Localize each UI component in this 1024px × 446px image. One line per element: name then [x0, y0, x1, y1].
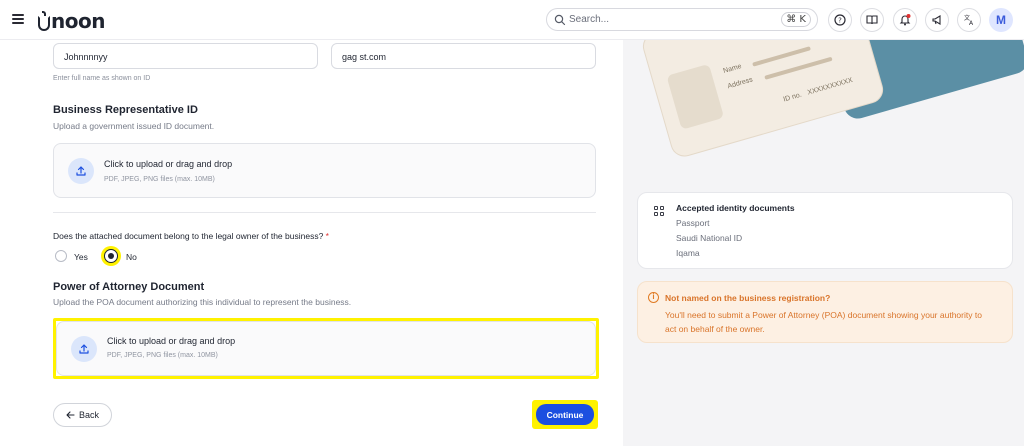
top-header: noon Search... ⌘ K ? 文A M — [0, 0, 1024, 40]
warning-body: You'll need to submit a Power of Attorne… — [665, 310, 982, 334]
search-shortcut: ⌘ K — [781, 12, 811, 27]
divider — [53, 212, 596, 213]
id-card-front: Name Address ID no. XXXXXXXXXX — [639, 40, 887, 160]
accepted-docs-card: Accepted identity documents Passport Sau… — [637, 192, 1013, 269]
book-icon[interactable] — [860, 8, 884, 32]
help-icon[interactable]: ? — [828, 8, 852, 32]
doc-item-passport: Passport — [676, 218, 710, 228]
info-circle-icon: i — [648, 292, 659, 303]
id-card-illustration: Name Address ID no. XXXXXXXXXX — [623, 40, 1024, 160]
warning-title: Not named on the business registration? — [665, 293, 831, 303]
full-name-hint: Enter full name as shown on ID — [53, 75, 151, 82]
svg-text:?: ? — [838, 17, 842, 25]
doc-item-iqama: Iqama — [676, 248, 700, 258]
megaphone-icon[interactable] — [925, 8, 949, 32]
owner-question: Does the attached document belong to the… — [53, 231, 329, 241]
rep-id-upload-dropzone[interactable]: Click to upload or drag and drop PDF, JP… — [53, 143, 596, 198]
notification-bell-icon[interactable] — [893, 8, 917, 32]
owner-question-text: Does the attached document belong to the… — [53, 231, 324, 241]
id-number-value: XXXXXXXXXX — [806, 76, 854, 97]
search-bar[interactable]: Search... ⌘ K — [546, 8, 818, 31]
radio-no-label[interactable]: No — [126, 252, 137, 262]
search-placeholder: Search... — [569, 14, 610, 25]
poa-subtitle: Upload the POA document authorizing this… — [53, 297, 352, 307]
id-address-label: Address — [726, 76, 754, 91]
upload-icon — [71, 336, 97, 362]
upload-main-text: Click to upload or drag and drop — [107, 336, 236, 346]
poa-title: Power of Attorney Document — [53, 281, 205, 293]
continue-button[interactable]: Continue — [536, 404, 594, 425]
logo-text: noon — [51, 9, 105, 33]
id-photo-placeholder — [666, 63, 725, 130]
id-name-label: Name — [722, 63, 743, 75]
rep-id-title: Business Representative ID — [53, 104, 198, 116]
doc-item-national-id: Saudi National ID — [676, 233, 743, 243]
translate-icon[interactable]: 文A — [957, 8, 981, 32]
radio-no[interactable] — [104, 249, 118, 263]
radio-yes[interactable] — [55, 250, 67, 262]
rep-id-subtitle: Upload a government issued ID document. — [53, 121, 215, 131]
poa-upload-dropzone[interactable]: Click to upload or drag and drop PDF, JP… — [56, 321, 596, 376]
menu-icon[interactable] — [12, 13, 24, 25]
required-mark: * — [325, 231, 329, 241]
arrow-left-icon — [66, 411, 75, 419]
user-avatar[interactable]: M — [989, 8, 1013, 32]
email-field[interactable]: gag st.com — [331, 43, 596, 69]
email-value: gag st.com — [342, 52, 387, 62]
poa-warning-box: i Not named on the business registration… — [637, 281, 1013, 343]
upload-icon — [68, 158, 94, 184]
grid-icon — [654, 206, 664, 216]
id-line — [752, 46, 811, 67]
back-button[interactable]: Back — [53, 403, 112, 427]
accepted-docs-title: Accepted identity documents — [676, 203, 795, 213]
search-icon — [554, 14, 566, 26]
svg-text:A: A — [969, 20, 974, 26]
upload-file-types: PDF, JPEG, PNG files (max. 10MB) — [104, 176, 215, 183]
upload-file-types: PDF, JPEG, PNG files (max. 10MB) — [107, 352, 218, 359]
radio-yes-label[interactable]: Yes — [74, 252, 88, 262]
back-label: Back — [78, 410, 99, 420]
noon-logo[interactable]: noon — [38, 9, 105, 33]
upload-main-text: Click to upload or drag and drop — [104, 159, 233, 169]
full-name-field[interactable]: Johnnnnyy — [53, 43, 318, 69]
id-number-label: ID no. — [782, 91, 803, 104]
